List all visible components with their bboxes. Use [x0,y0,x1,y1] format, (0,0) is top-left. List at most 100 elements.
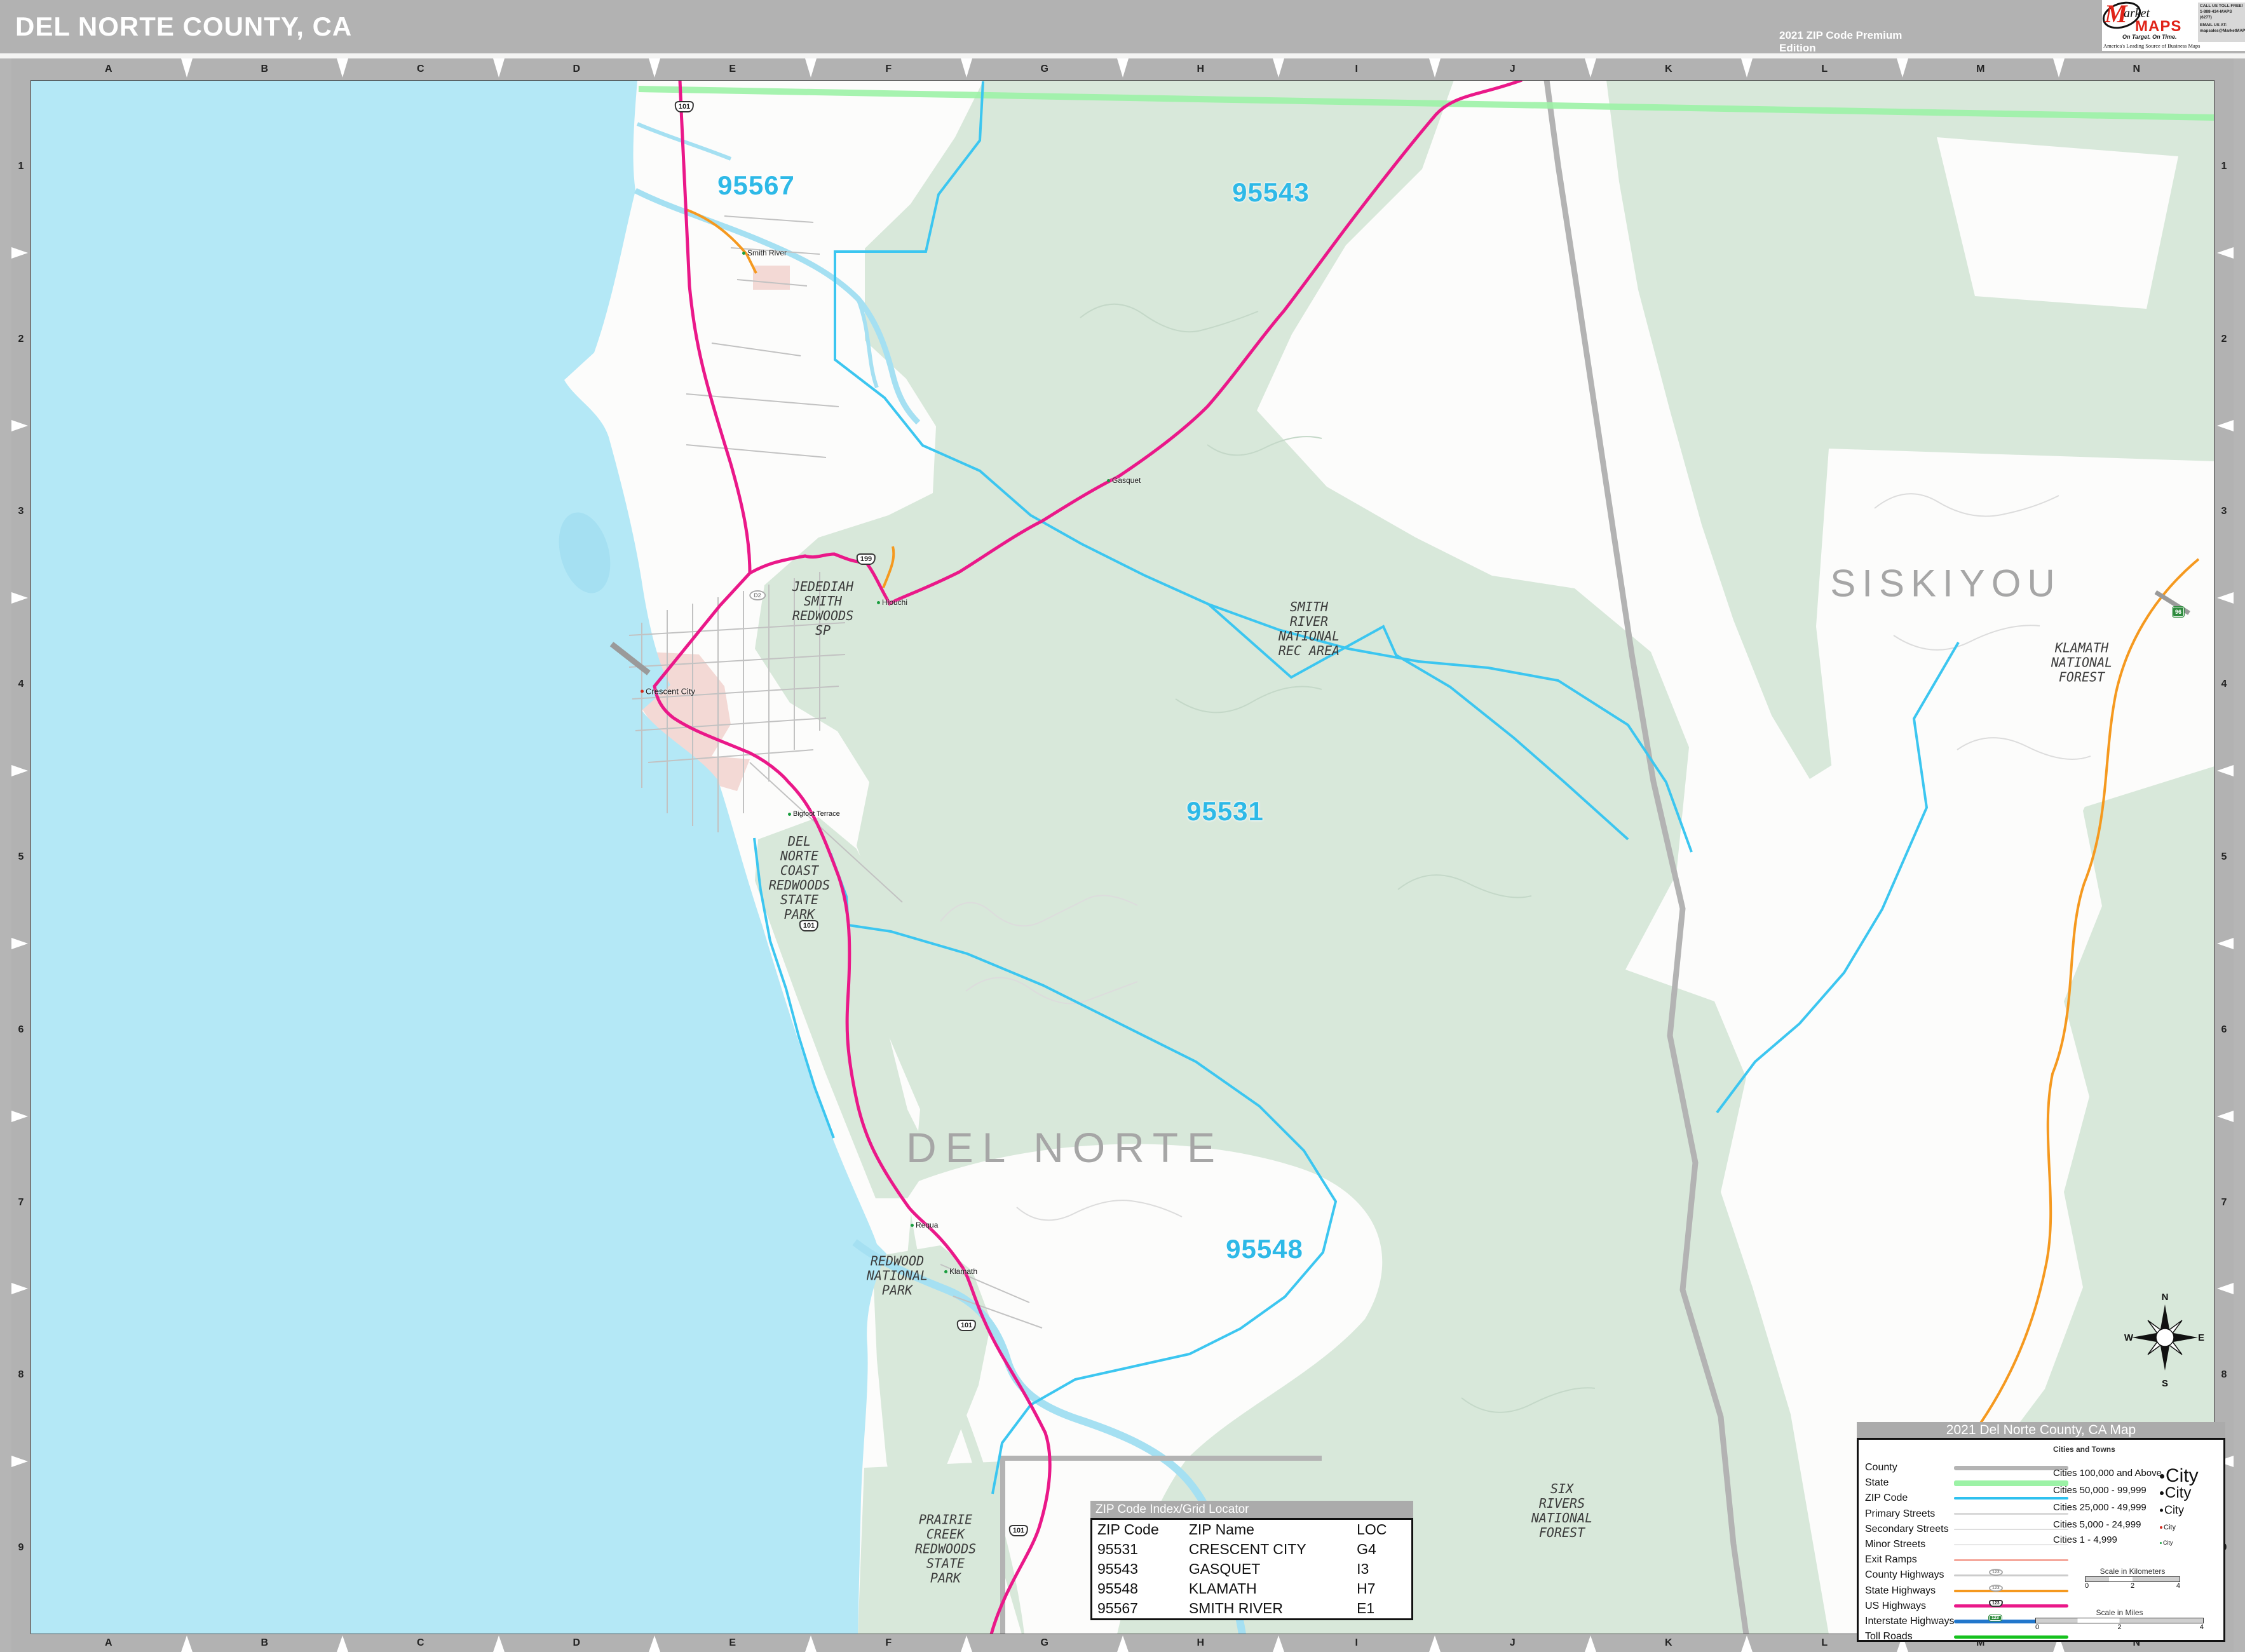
grid-column-label: I [1278,58,1435,80]
legend-line-sample [1954,1574,2068,1576]
legend-line-sample [1954,1480,2068,1486]
legend-line-label: Secondary Streets [1865,1524,1949,1535]
white-patch-topright [1937,137,2178,309]
scale-ticks: 024 [2085,1582,2180,1590]
legend-line-label: Primary Streets [1865,1508,1935,1520]
grid-row-label: 5 [2214,771,2234,944]
grid-row-label: 7 [2214,1116,2234,1289]
grid-column-label: M [1902,58,2059,80]
city-dot-icon [2160,1474,2164,1479]
legend-line-label: Interstate Highways [1865,1616,1955,1627]
legend-city-label: Cities 50,000 - 99,999 [2053,1485,2220,1496]
grid-row-label: 9 [11,1461,31,1634]
legend-badge: 123 [1989,1600,2003,1607]
grid-row-label: 5 [11,771,31,944]
grid-column-label: G [967,58,1123,80]
county-name-label: DEL NORTE [906,1123,1224,1172]
legend-line-label: State [1865,1477,1889,1489]
index-cell: KLAMATH [1184,1579,1352,1599]
town-name: Bigfoot Terrace [793,810,840,818]
legend-row: Toll Roads [1859,1629,2223,1644]
park-label: SMITH RIVER NATIONAL REC AREA [1278,600,1340,658]
legend-city-row: Cities 1 - 4,999City [2053,1534,2220,1551]
legend-line-label: US Highways [1865,1601,1926,1612]
town-label: Smith River [742,248,787,257]
town-dot-icon [788,813,791,816]
legend-badge: 123 [1989,1585,2003,1592]
zip-code-label: 95567 [717,170,795,201]
scale-tick: 4 [2176,1582,2180,1590]
legend-line-label: County Highways [1865,1569,1944,1581]
zip-code-label: 95548 [1226,1234,1303,1264]
park-label: KLAMATH NATIONAL FOREST [2051,641,2112,685]
legend-line-label: Toll Roads [1865,1631,1913,1642]
legend-body: Cities and Towns County State ZIP Code Prim… [1857,1438,2225,1642]
scale-miles: Scale in Miles024 [2035,1608,2204,1631]
town-dot-icon [641,690,644,693]
legend-row: Exit Ramps [1859,1552,2223,1567]
index-row: 95531CRESCENT CITYG4 [1092,1540,1411,1559]
index-column-header: ZIP Code [1092,1520,1184,1540]
compass-s: S [2162,1378,2168,1389]
legend-line-sample [1954,1513,2068,1515]
legend-city-label: Cities 1 - 4,999 [2053,1534,2220,1545]
index-cell: G4 [1352,1540,1411,1559]
legend-city-sample: City [2160,1524,2176,1531]
legend-city-row: Cities 50,000 - 99,999City [2053,1485,2220,1501]
zip-code-label: 95531 [1186,796,1264,827]
legend-city-label: Cities 5,000 - 24,999 [2053,1519,2220,1530]
zip-index-box: ZIP Code Index/Grid Locator ZIP CodeZIP … [1090,1501,1413,1620]
town-dot-icon [742,252,745,255]
legend-line-sample [1954,1466,2068,1470]
town-label: Gasquet [1107,476,1141,485]
legend-line-sample [1954,1529,2068,1530]
legend-line-label: ZIP Code [1865,1493,1908,1504]
grid-column-label: E [655,58,811,80]
park-label: SIX RIVERS NATIONAL FOREST [1531,1482,1592,1540]
index-row: 95567SMITH RIVERE1 [1092,1599,1411,1618]
legend-line-label: Exit Ramps [1865,1554,1917,1566]
grid-row-label: 1 [2214,80,2234,253]
grid-column-label: C [343,58,499,80]
town-dot-icon [877,601,880,604]
us-highway-shield: 199 [857,553,876,565]
legend-line-sample [1954,1559,2068,1561]
town-name: Gasquet [1112,476,1141,485]
legend-line-sample [1954,1497,2068,1500]
cities-header: Cities and Towns [2053,1445,2115,1454]
index-cell: 95567 [1092,1599,1184,1618]
index-cell: CRESCENT CITY [1184,1540,1352,1559]
index-row: 95548KLAMATHH7 [1092,1579,1411,1599]
town-name: Klamath [949,1267,977,1276]
page: { "header": { "title": "DEL NORTE COUNTY… [0,0,2245,1652]
zip-index-title: ZIP Code Index/Grid Locator [1090,1501,1413,1518]
legend-line-label: County [1865,1462,1897,1473]
grid-column-label: J [1435,58,1591,80]
us-highway-shield: 101 [957,1320,976,1331]
scale-tick: 4 [2200,1623,2204,1631]
town-name: Smith River [747,248,787,257]
legend-city-row: Cities 5,000 - 24,999City [2053,1519,2220,1536]
grid-row-label: 3 [11,426,31,599]
grid-row-label: 4 [2214,598,2234,771]
town-name: Hiouchi [882,598,907,607]
index-row: 95543GASQUETI3 [1092,1559,1411,1579]
grid-column-label: K [1590,1634,1747,1652]
legend-city-sample: City [2160,1465,2199,1487]
grid-column-label: G [967,1634,1123,1652]
city-dot-icon [2160,1491,2164,1495]
grid-column-label: C [343,1634,499,1652]
grid-row-label: 1 [11,80,31,253]
scale-bar [2035,1618,2204,1623]
grid-row-label: 2 [2214,253,2234,426]
town-label: Crescent City [641,687,695,696]
park-label: JEDEDIAH SMITH REDWOODS SP [792,579,853,638]
grid-column-label: K [1590,58,1747,80]
grid-row-label: 2 [11,253,31,426]
legend-line-sample [1954,1635,2068,1639]
town-label: Requa [911,1221,938,1229]
compass-rose: N E S W [2124,1290,2206,1391]
legend-city-row: Cities 25,000 - 49,999City [2053,1502,2220,1519]
legend: 2021 Del Norte County, CA Map Cities and… [1857,1422,2225,1642]
city-dot-icon [2160,1526,2162,1529]
